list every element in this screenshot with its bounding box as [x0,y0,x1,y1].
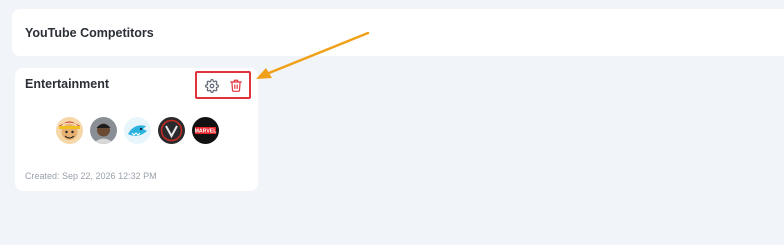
avatar-shark-logo[interactable] [124,117,151,144]
avatar-dark-logo[interactable] [158,117,185,144]
annotation-arrow [256,31,370,79]
competitor-group-card[interactable]: Entertainment MARVEL Created: Sep 22, 20… [15,68,258,191]
avatar-marvel-logo[interactable]: MARVEL [192,117,219,144]
card-actions-highlight [195,71,251,99]
avatar-person-cap[interactable] [90,117,117,144]
trash-icon[interactable] [229,78,243,93]
created-timestamp: Created: Sep 22, 2026 12:32 PM [25,171,157,181]
gear-icon[interactable] [205,79,219,93]
channel-avatar-list: MARVEL [56,117,219,144]
svg-text:MARVEL: MARVEL [195,129,218,135]
page-title: YouTube Competitors [25,26,154,40]
group-title: Entertainment [25,77,110,91]
section-header: YouTube Competitors [12,9,784,56]
avatar-anime-character[interactable] [56,117,83,144]
